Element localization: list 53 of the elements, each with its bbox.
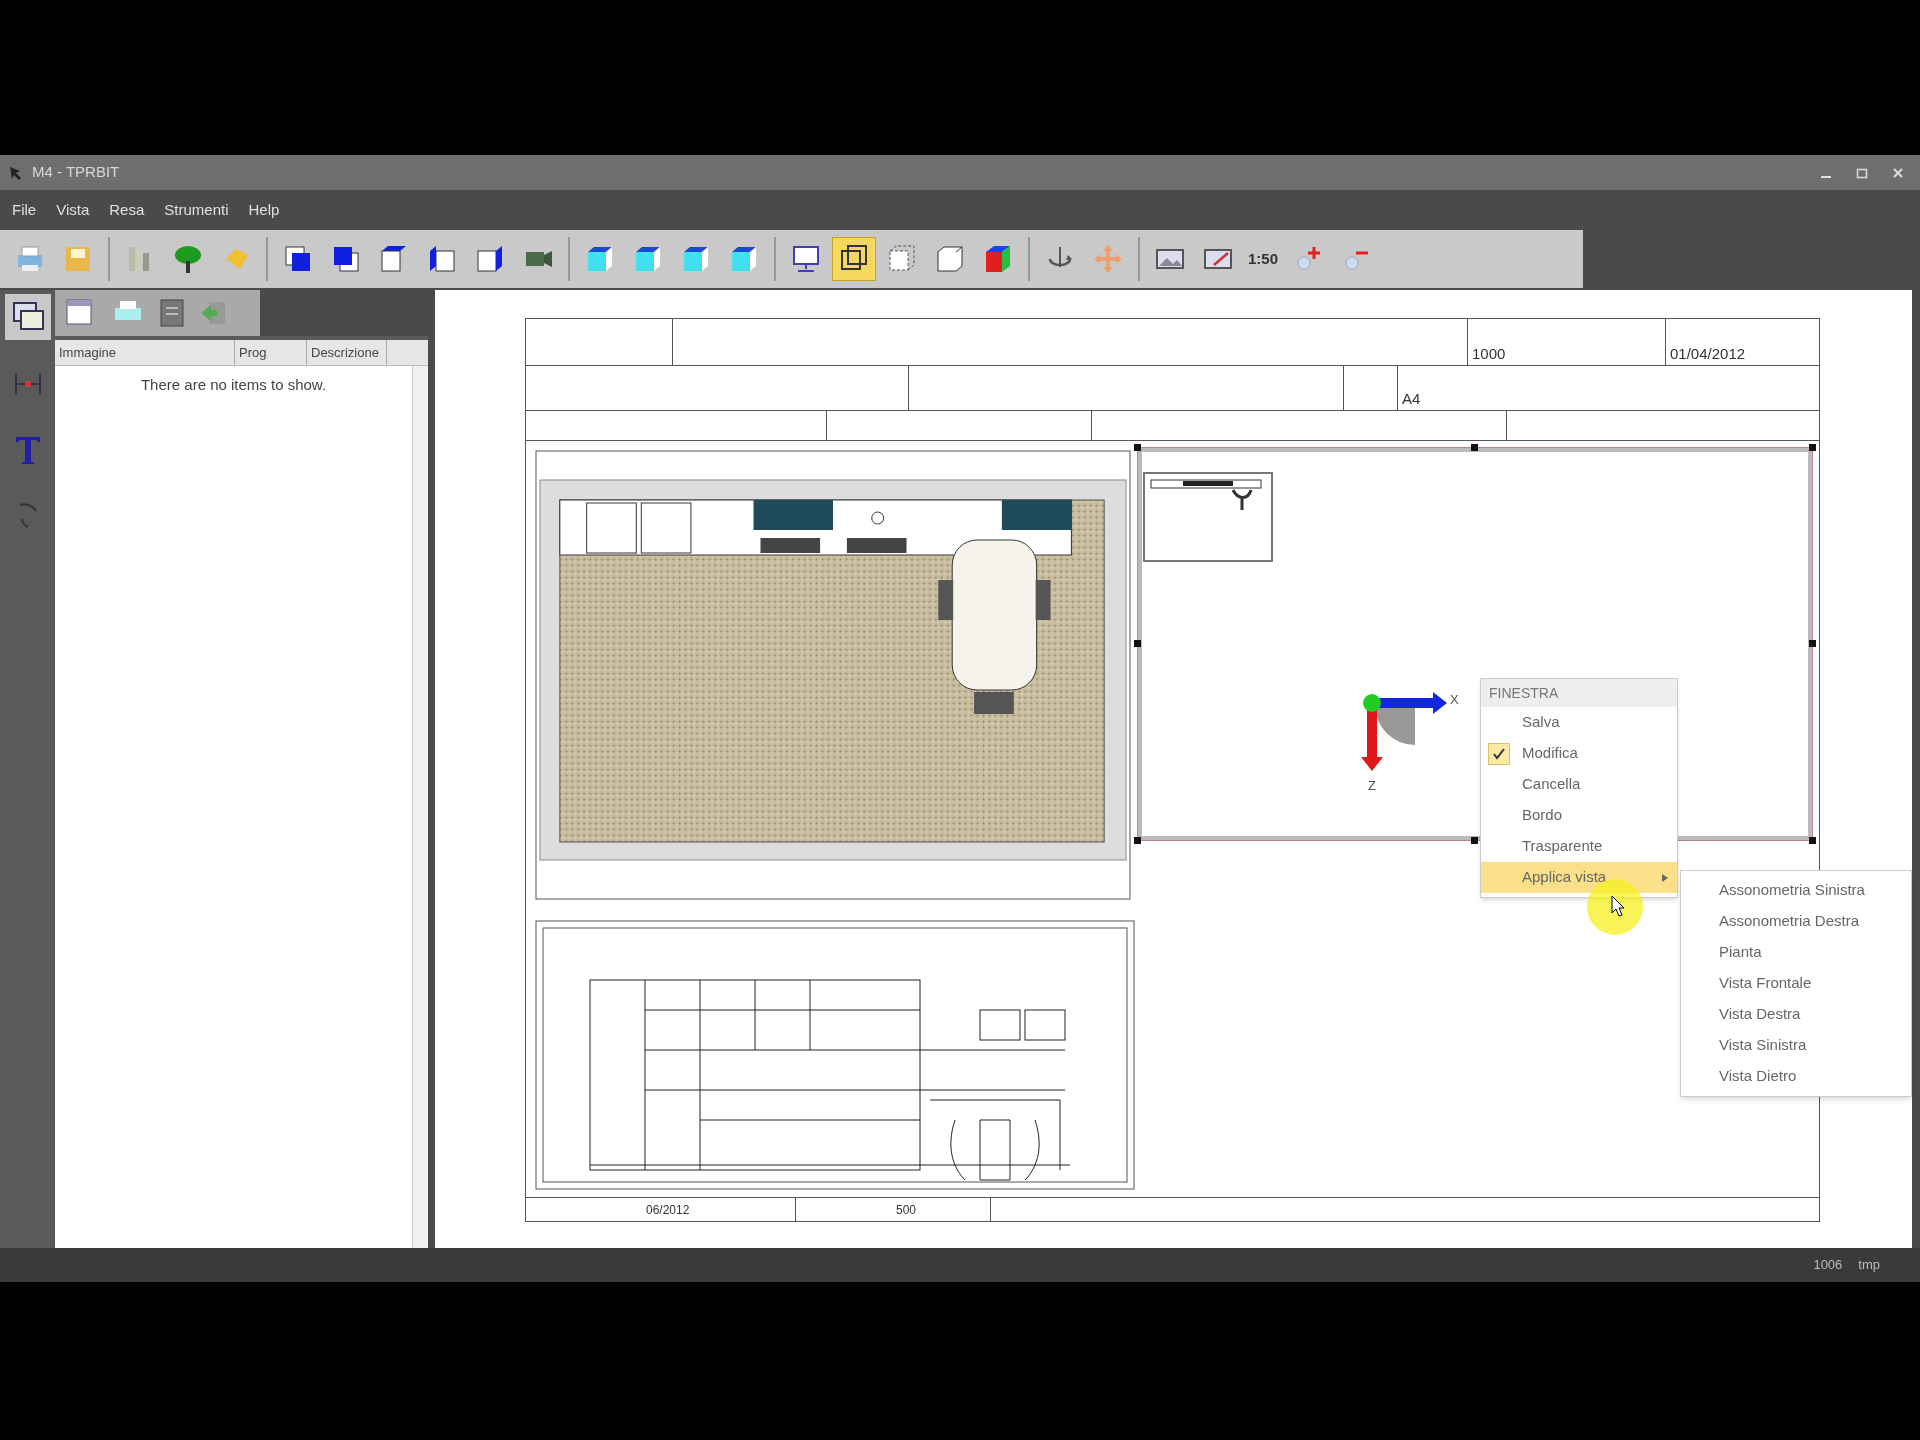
- scale-value: 1000: [1472, 343, 1506, 364]
- footer-value: 500: [896, 1201, 917, 1219]
- cube-button[interactable]: [832, 237, 876, 281]
- menu-item[interactable]: Help: [248, 198, 280, 222]
- menu-item[interactable]: Vista Frontale: [1681, 968, 1911, 999]
- menu-header: FINESTRA: [1481, 679, 1677, 707]
- menu-item[interactable]: Vista: [56, 198, 90, 222]
- scale-button[interactable]: 1:50: [1244, 237, 1283, 281]
- menu-item[interactable]: Assonometria Destra: [1681, 906, 1911, 937]
- resize-handle[interactable]: [1134, 444, 1141, 451]
- minimize-icon: [1821, 175, 1831, 178]
- resize-handle[interactable]: [1809, 837, 1816, 844]
- status-text: tmp: [1858, 1256, 1880, 1275]
- menu-item[interactable]: File: [12, 198, 37, 222]
- resize-handle[interactable]: [1134, 837, 1141, 844]
- menu-item[interactable]: Pianta: [1681, 937, 1911, 968]
- axis-label: X: [1450, 691, 1459, 709]
- submenu-arrow-icon: [1661, 872, 1669, 883]
- cursor-icon: [1611, 895, 1625, 917]
- menu-item[interactable]: Vista Sinistra: [1681, 1030, 1911, 1061]
- menu-item[interactable]: Applica vista: [1481, 862, 1677, 893]
- resize-handle[interactable]: [1471, 837, 1478, 844]
- document-icon[interactable]: [157, 296, 187, 330]
- resize-handle[interactable]: [1809, 640, 1816, 647]
- close-icon: [1892, 166, 1904, 179]
- windows-button[interactable]: [4, 294, 51, 340]
- checkmark-icon: [1488, 742, 1510, 765]
- window-title: M4 - TPRBIT: [32, 162, 120, 183]
- date-value: 01/04/2012: [1670, 343, 1746, 364]
- scrollbar[interactable]: [412, 366, 428, 1248]
- maximize-icon: [1856, 166, 1868, 179]
- column-header[interactable]: Prog: [235, 340, 307, 365]
- menu-item[interactable]: Assonometria Sinistra: [1681, 875, 1911, 906]
- menu-item[interactable]: Bordo: [1481, 800, 1677, 831]
- menu-item[interactable]: Trasparente: [1481, 831, 1677, 862]
- menu-item[interactable]: Salva: [1481, 707, 1677, 738]
- footer-value: 06/2012: [646, 1201, 690, 1219]
- menu-item[interactable]: Cancella: [1481, 769, 1677, 800]
- menu-item[interactable]: Modifica: [1481, 738, 1677, 769]
- empty-message: There are no items to show.: [140, 375, 327, 395]
- menu-item[interactable]: Strumenti: [164, 198, 229, 222]
- resize-handle[interactable]: [1809, 444, 1816, 451]
- column-header[interactable]: Descrizione: [307, 340, 387, 365]
- status-text: 1006: [1813, 1256, 1843, 1275]
- resize-handle[interactable]: [1134, 640, 1141, 647]
- column-header[interactable]: Immagine: [55, 340, 235, 365]
- app-icon: [8, 164, 24, 181]
- menu-item[interactable]: Resa: [109, 198, 145, 222]
- resize-handle[interactable]: [1471, 444, 1478, 451]
- menu-item[interactable]: Vista Dietro: [1681, 1061, 1911, 1092]
- format-value: A4: [1402, 388, 1421, 409]
- menu-item[interactable]: Vista Destra: [1681, 999, 1911, 1030]
- axis-label: Z: [1368, 777, 1376, 795]
